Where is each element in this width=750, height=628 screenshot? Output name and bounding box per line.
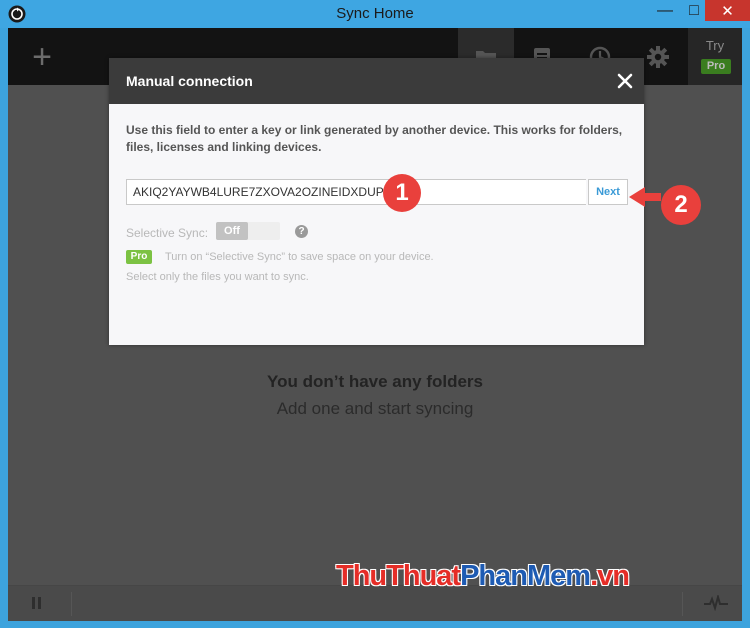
next-button[interactable]: Next — [588, 179, 628, 205]
arrow-left-icon — [629, 187, 661, 207]
selective-sync-promo: Turn on “Selective Sync” to save space o… — [165, 251, 434, 263]
gear-icon — [647, 45, 669, 68]
step-2-marker: 2 — [661, 185, 701, 225]
toggle-state-label: Off — [216, 222, 248, 240]
watermark: ThuThuatPhanMem.vn — [336, 560, 630, 593]
selective-sync-toggle[interactable]: Off — [216, 222, 280, 240]
try-pro-button[interactable]: Try Pro — [688, 28, 742, 85]
close-window-button[interactable]: ✕ — [705, 0, 750, 21]
pro-badge: Pro — [701, 59, 731, 74]
empty-state-subtitle: Add one and start syncing — [276, 399, 474, 418]
dialog-header: Manual connection — [109, 58, 644, 104]
watermark-part-2: PhanMem — [460, 560, 591, 592]
dialog-description: Use this field to enter a key or link ge… — [126, 123, 623, 154]
help-icon[interactable]: ? — [295, 225, 308, 238]
pro-badge-small: Pro — [126, 250, 152, 264]
close-icon[interactable] — [614, 70, 636, 92]
empty-state-title: You don’t have any folders — [267, 372, 483, 391]
step-1-marker: 1 — [383, 174, 421, 212]
minimize-button[interactable]: — — [651, 0, 679, 21]
selective-sync-promo-2: Select only the files you want to sync. — [126, 271, 309, 283]
dialog-title: Manual connection — [126, 73, 253, 89]
watermark-part-1: ThuThuat — [336, 560, 461, 592]
manual-connection-dialog: Manual connection Use this field to ente… — [109, 58, 644, 345]
add-folder-button[interactable]: + — [22, 37, 62, 77]
pause-icon[interactable] — [30, 597, 44, 611]
activity-icon[interactable] — [704, 595, 728, 611]
maximize-button[interactable]: □ — [680, 0, 708, 21]
watermark-part-3: .vn — [590, 560, 630, 592]
try-label: Try — [705, 38, 725, 53]
title-bar[interactable]: Sync Home — □ ✕ — [0, 0, 750, 28]
app-window: Sync Home — □ ✕ + Try Pro You don’t have… — [0, 0, 750, 628]
window-title: Sync Home — [336, 5, 414, 22]
divider — [71, 592, 72, 616]
key-link-input[interactable] — [126, 179, 586, 205]
divider — [682, 592, 683, 616]
selective-sync-label: Selective Sync: — [126, 226, 209, 240]
